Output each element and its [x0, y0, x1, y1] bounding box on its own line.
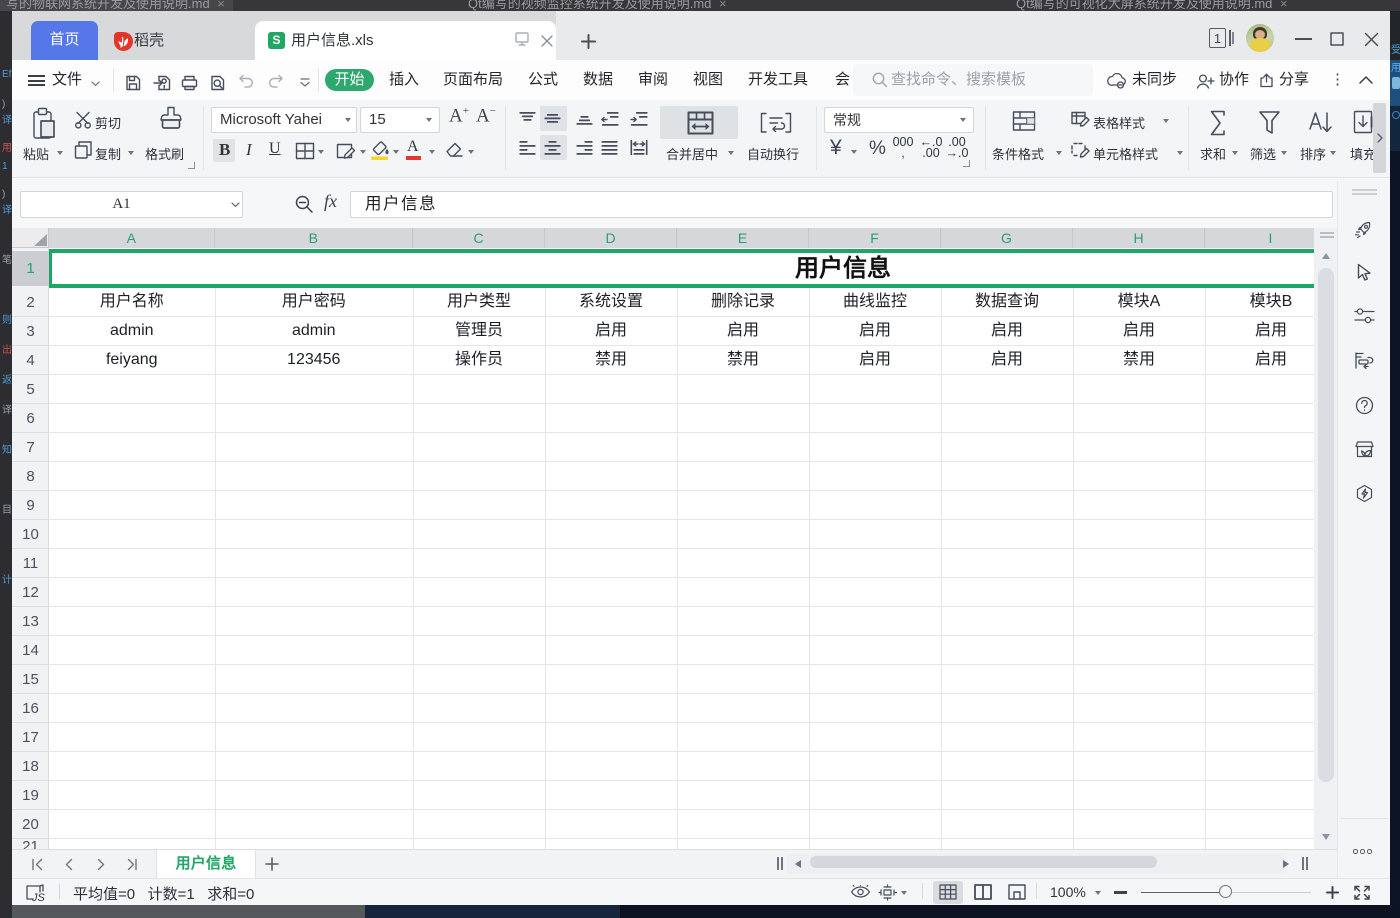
svg-text:JS: JS: [31, 892, 46, 903]
